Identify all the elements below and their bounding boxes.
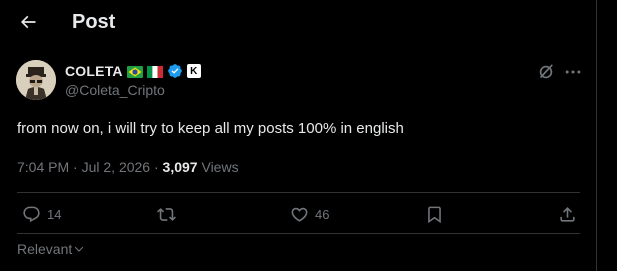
divider — [17, 233, 580, 234]
post-date[interactable]: Jul 2, 2026 — [82, 159, 151, 175]
like-count: 46 — [315, 207, 330, 222]
divider — [17, 192, 580, 193]
heart-icon — [291, 207, 308, 222]
author-display-name[interactable]: COLETA — [65, 63, 123, 79]
meta-separator: · — [73, 159, 82, 175]
repost-button[interactable] — [157, 205, 182, 224]
reply-icon — [23, 206, 40, 223]
reply-button[interactable]: 14 — [22, 205, 61, 224]
action-bar: 14 46 — [0, 200, 597, 234]
chevron-down-icon — [75, 246, 84, 252]
views-label: Views — [201, 159, 239, 175]
views-count[interactable]: 3,097 — [163, 159, 198, 175]
avatar-image — [16, 60, 56, 100]
affiliate-badge-letter: K — [190, 65, 198, 77]
share-icon — [560, 207, 575, 222]
avatar[interactable] — [16, 60, 56, 100]
reply-sort-dropdown[interactable]: Relevant — [17, 241, 85, 257]
bookmark-icon — [428, 206, 441, 224]
more-options-icon[interactable] — [563, 62, 583, 82]
page-header: Post — [0, 0, 597, 44]
share-button[interactable] — [558, 205, 577, 224]
meta-separator: · — [153, 159, 163, 175]
author-name-row: COLETA K — [65, 62, 201, 80]
author-handle[interactable]: @Coleta_Cripto — [65, 82, 165, 98]
italy-flag-icon — [146, 65, 163, 78]
like-button[interactable]: 46 — [290, 205, 329, 224]
post-time[interactable]: 7:04 PM — [17, 159, 69, 175]
post-detail-column: Post COLETA K @Coleta_Cripto from now on… — [0, 0, 597, 271]
page-title: Post — [72, 11, 116, 33]
post-meta: 7:04 PM · Jul 2, 2026 · 3,097 Views — [17, 159, 239, 175]
reply-sort-label: Relevant — [17, 241, 73, 257]
affiliate-badge-icon[interactable]: K — [186, 64, 201, 78]
brazil-flag-icon — [126, 65, 143, 78]
post-text: from now on, i will try to keep all my p… — [17, 120, 404, 137]
repost-icon — [157, 208, 176, 221]
verified-badge-icon[interactable] — [167, 63, 183, 79]
grok-icon[interactable] — [536, 62, 556, 82]
reply-count: 14 — [47, 207, 62, 222]
back-button[interactable] — [12, 6, 44, 38]
scrollbar-track[interactable] — [597, 0, 617, 271]
arrow-left-icon — [20, 15, 36, 29]
bookmark-button[interactable] — [425, 205, 444, 224]
